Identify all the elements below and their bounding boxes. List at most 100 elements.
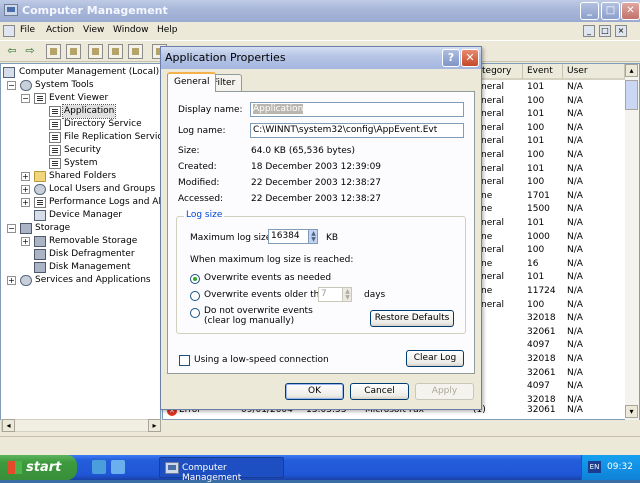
spin-down-icon[interactable]: ▼ (310, 237, 317, 243)
row-user: N/A (567, 190, 583, 201)
row-event: 1000 (527, 231, 550, 242)
scroll-left-icon[interactable]: ◂ (2, 419, 15, 432)
no-overwrite-radio[interactable] (190, 308, 200, 318)
older-than-spinner[interactable]: ▲ ▼ (342, 287, 352, 302)
column-header-event[interactable]: Event (523, 64, 563, 80)
no-overwrite-label[interactable]: Do not overwrite events (204, 306, 313, 316)
menu-bar: File Action View Window Help _ □ × (0, 22, 640, 40)
child-restore-icon[interactable]: □ (599, 25, 611, 37)
maximize-button[interactable]: □ (601, 2, 620, 20)
menu-help[interactable]: Help (157, 25, 178, 35)
spin-down-icon[interactable]: ▼ (344, 295, 351, 301)
taskbar: start Computer Management EN 09:32 (0, 455, 640, 483)
removable-storage-icon (34, 236, 46, 247)
created-value: 18 December 2003 12:39:09 (251, 162, 382, 172)
ok-button[interactable]: OK (285, 383, 344, 400)
low-speed-label[interactable]: Using a low-speed connection (194, 355, 329, 365)
no-overwrite-sublabel[interactable]: (clear log manually) (204, 316, 294, 326)
scroll-right-icon[interactable]: ▸ (148, 419, 161, 432)
clock[interactable]: 09:32 (607, 462, 633, 472)
row-category: neral (481, 218, 504, 228)
show-tree-icon[interactable] (66, 44, 81, 59)
row-user: N/A (567, 231, 583, 242)
quick-launch-ie-icon[interactable] (111, 460, 125, 474)
expand-icon[interactable]: + (21, 185, 30, 194)
expand-icon[interactable]: + (21, 172, 30, 181)
scroll-thumb[interactable] (625, 80, 638, 110)
tree-horizontal-scrollbar[interactable]: ◂ ▸ (1, 419, 161, 432)
collapse-icon[interactable]: − (7, 81, 16, 90)
row-user: N/A (567, 367, 583, 378)
start-button[interactable]: start (0, 455, 77, 480)
row-user: N/A (567, 150, 583, 160)
display-name-field[interactable]: Application (250, 102, 464, 117)
log-name-field[interactable]: C:\WINNT\system32\config\AppEvent.Evt (250, 123, 464, 138)
menu-action[interactable]: Action (46, 25, 74, 35)
menu-file[interactable]: File (20, 25, 35, 35)
row-event: 100 (527, 245, 545, 256)
low-speed-checkbox[interactable] (179, 355, 190, 366)
taskbar-item-computer-management[interactable]: Computer Management (159, 457, 284, 483)
row-user: N/A (567, 218, 583, 228)
scroll-up-icon[interactable]: ▴ (625, 64, 638, 77)
size-value: 64.0 KB (65,536 bytes) (251, 146, 356, 156)
forward-arrow-icon[interactable]: ⇨ (22, 44, 38, 59)
row-event: 32018 (527, 313, 556, 324)
back-arrow-icon[interactable]: ⇦ (4, 44, 20, 59)
overwrite-older-radio[interactable] (190, 291, 200, 301)
max-size-label: Maximum log size: (190, 233, 275, 243)
scroll-down-icon[interactable]: ▾ (625, 405, 638, 418)
restore-defaults-button[interactable]: Restore Defaults (370, 310, 454, 327)
row-user: N/A (567, 177, 583, 188)
main-title-bar[interactable]: Computer Management _ □ ✕ (0, 0, 640, 22)
child-minimize-icon[interactable]: _ (583, 25, 595, 37)
row-user: N/A (567, 340, 583, 351)
help-button[interactable]: ? (442, 49, 460, 67)
refresh-icon[interactable] (108, 44, 123, 59)
row-event: 1701 (527, 190, 550, 201)
expand-icon[interactable]: + (7, 276, 16, 285)
apply-button[interactable]: Apply (415, 383, 474, 400)
minimize-button[interactable]: _ (580, 2, 599, 20)
row-user: N/A (567, 245, 583, 256)
language-indicator[interactable]: EN (588, 461, 601, 473)
clear-log-button[interactable]: Clear Log (406, 350, 464, 367)
max-size-input[interactable]: 16384 (268, 229, 310, 244)
users-icon (34, 184, 46, 195)
list-vertical-scrollbar[interactable]: ▴ ▾ (625, 64, 639, 420)
cancel-button[interactable]: Cancel (350, 383, 409, 400)
mmc-icon[interactable] (3, 25, 15, 37)
close-button[interactable]: ✕ (621, 2, 640, 20)
overwrite-as-needed-radio[interactable] (190, 274, 200, 284)
max-size-spinner[interactable]: ▲ ▼ (308, 229, 318, 244)
row-category: ne (481, 204, 493, 215)
expand-icon[interactable]: + (21, 237, 30, 246)
main-window-title: Computer Management (22, 4, 168, 17)
column-header-category[interactable]: tegory (478, 64, 523, 80)
export-list-icon[interactable] (128, 44, 143, 59)
system-tools-icon (20, 80, 32, 91)
properties-icon[interactable] (88, 44, 103, 59)
row-user: N/A (567, 122, 583, 133)
perf-logs-icon (34, 197, 46, 208)
row-event: 101 (527, 109, 545, 120)
row-user: N/A (567, 109, 583, 120)
expand-icon[interactable]: + (21, 198, 30, 207)
up-folder-icon[interactable] (46, 44, 61, 59)
child-close-icon[interactable]: × (615, 25, 627, 37)
dialog-title-bar[interactable]: Application Properties ? ✕ (161, 47, 481, 69)
row-event: 101 (527, 218, 545, 228)
menu-window[interactable]: Window (113, 25, 149, 35)
dialog-close-button[interactable]: ✕ (461, 49, 479, 67)
overwrite-as-needed-label[interactable]: Overwrite events as needed (204, 273, 331, 283)
menu-view[interactable]: View (83, 25, 104, 35)
collapse-icon[interactable]: − (21, 94, 30, 103)
row-category: ne (481, 190, 493, 201)
older-than-input[interactable]: 7 (318, 287, 344, 302)
tab-general[interactable]: General (167, 72, 217, 92)
column-header-user[interactable]: User (563, 64, 625, 80)
size-label: Size: (178, 146, 200, 156)
collapse-icon[interactable]: − (7, 224, 16, 233)
overwrite-older-label[interactable]: Overwrite events older than (204, 290, 331, 300)
quick-launch-explorer-icon[interactable] (92, 460, 106, 474)
